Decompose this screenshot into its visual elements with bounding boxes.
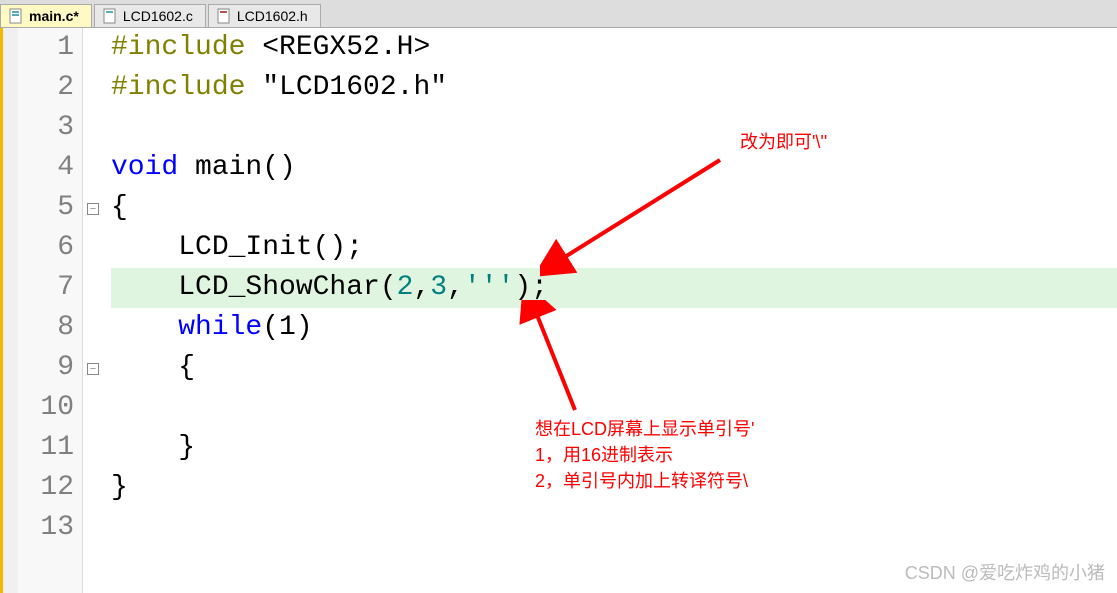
line-number-gutter: 12345678910111213 <box>18 28 83 593</box>
fold-toggle-icon[interactable]: − <box>87 363 99 375</box>
file-icon <box>103 8 117 24</box>
code-line-active[interactable]: LCD_ShowChar(2,3,'''); <box>111 268 1117 308</box>
tab-lcd1602-c[interactable]: LCD1602.c <box>94 4 206 27</box>
tab-label: LCD1602.c <box>123 8 193 24</box>
tab-label: main.c* <box>29 8 79 24</box>
fold-toggle-icon[interactable]: − <box>87 203 99 215</box>
tab-bar: main.c* LCD1602.c LCD1602.h <box>0 0 1117 28</box>
code-line[interactable] <box>111 508 1117 548</box>
code-line[interactable]: #include <REGX52.H> <box>111 28 1117 68</box>
code-line[interactable]: } <box>111 468 1117 508</box>
file-icon <box>9 8 23 24</box>
code-line[interactable] <box>111 108 1117 148</box>
tab-label: LCD1602.h <box>237 8 308 24</box>
code-line[interactable]: while(1) <box>111 308 1117 348</box>
code-editor[interactable]: 12345678910111213 − − #include <REGX52.H… <box>0 28 1117 593</box>
fold-column[interactable]: − − <box>83 28 103 593</box>
code-area[interactable]: #include <REGX52.H> #include "LCD1602.h"… <box>103 28 1117 593</box>
code-line[interactable] <box>111 388 1117 428</box>
tab-main-c[interactable]: main.c* <box>0 4 92 27</box>
file-icon <box>217 8 231 24</box>
code-line[interactable]: LCD_Init(); <box>111 228 1117 268</box>
code-line[interactable]: { <box>111 188 1117 228</box>
code-line[interactable]: void main() <box>111 148 1117 188</box>
watermark: CSDN @爱吃炸鸡的小猪 <box>905 559 1105 585</box>
code-line[interactable]: #include "LCD1602.h" <box>111 68 1117 108</box>
code-line[interactable]: { <box>111 348 1117 388</box>
breakpoint-column[interactable] <box>0 28 18 593</box>
tab-lcd1602-h[interactable]: LCD1602.h <box>208 4 321 27</box>
code-line[interactable]: } <box>111 428 1117 468</box>
